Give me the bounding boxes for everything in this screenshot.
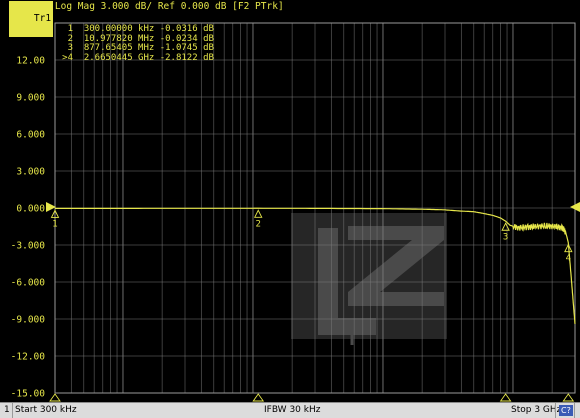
- marker-3-label: 3: [503, 232, 508, 242]
- marker-value: -1.0745 dB: [159, 43, 214, 53]
- y-tick-label: 6.000: [16, 130, 45, 141]
- marker-freq: 2.6650445 GHz: [83, 52, 155, 63]
- marker-freq: 300.00000 kHz: [83, 24, 155, 34]
- marker-3-axis-indicator[interactable]: [499, 393, 512, 402]
- marker-3-symbol[interactable]: [501, 222, 510, 231]
- marker-1-label: 1: [52, 219, 57, 229]
- vna-screen: 15.0012.009.0006.0003.0000.000-3.000-6.0…: [0, 0, 580, 417]
- marker-2-symbol[interactable]: [254, 209, 263, 218]
- marker-freq: 10.977820 MHz: [83, 33, 155, 44]
- marker-freq: 877.65405 MHz: [83, 43, 155, 53]
- marker-table: 1 300.00000 kHz -0.0316 dB 2 10.977820 M…: [57, 24, 214, 64]
- y-tick-label: -15.00: [11, 389, 46, 400]
- trace-tag-label: Tr1: [33, 13, 52, 24]
- marker-4-label: 4: [566, 254, 571, 264]
- separator: [555, 403, 556, 418]
- calibration-icon[interactable]: C?: [559, 405, 573, 416]
- ifbw-setting[interactable]: IFBW 30 kHz: [264, 404, 320, 417]
- y-tick-label: 9.000: [16, 93, 45, 104]
- marker-row: >4 2.6650445 GHz -2.8122 dB: [57, 52, 214, 64]
- marker-value: -2.8122 dB: [159, 52, 214, 63]
- y-tick-label: 3.000: [16, 167, 45, 178]
- y-tick-label: 0.000: [16, 204, 45, 215]
- y-tick-label: -9.000: [11, 315, 46, 326]
- marker-1-axis-indicator[interactable]: [49, 393, 61, 402]
- marker-2-axis-indicator[interactable]: [252, 393, 265, 402]
- marker-value: -0.0234 dB: [159, 33, 214, 44]
- trace-info[interactable]: S21 Log Mag 3.000 dB/ Ref 0.000 dB [F2 P…: [32, 1, 284, 13]
- y-tick-label: -12.00: [11, 352, 46, 363]
- y-tick-label: -3.000: [11, 241, 46, 252]
- stop-frequency[interactable]: Stop 3 GHz: [511, 404, 561, 417]
- channel-number[interactable]: 1: [4, 404, 10, 417]
- marker-value: -0.0316 dB: [159, 24, 214, 34]
- start-frequency[interactable]: Start 300 kHz: [15, 404, 77, 417]
- marker-num: >4: [62, 52, 73, 63]
- y-tick-label: 12.00: [16, 56, 45, 67]
- status-bar: 1 Start 300 kHz IFBW 30 kHz Stop 3 GHz C…: [0, 402, 580, 418]
- watermark-logo: [291, 213, 447, 345]
- separator: [12, 403, 13, 418]
- marker-2-label: 2: [256, 219, 261, 229]
- y-tick-label: -6.000: [11, 278, 46, 289]
- marker-4-axis-indicator[interactable]: [562, 393, 575, 402]
- separator: [574, 403, 575, 418]
